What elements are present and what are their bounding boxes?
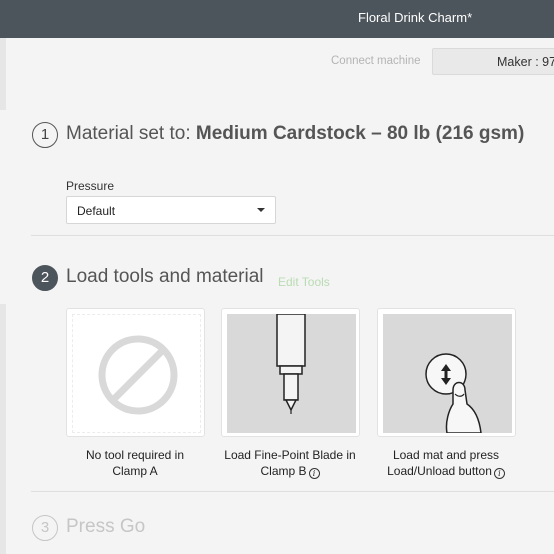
left-panel-edge xyxy=(0,38,6,554)
caption-line: Load/Unload button xyxy=(387,464,492,478)
machine-selector[interactable]: Maker : 97 xyxy=(432,48,554,75)
machine-label: Maker : 97 xyxy=(497,55,554,69)
pressure-label: Pressure xyxy=(66,179,115,193)
tool-card-image xyxy=(383,314,512,433)
divider xyxy=(31,235,554,236)
pressure-dropdown[interactable]: Default xyxy=(66,196,276,224)
tool-card-caption: Load Fine-Point Blade in Clamp Bi xyxy=(210,447,370,479)
load-unload-button-icon xyxy=(425,353,482,433)
step-1-number: 1 xyxy=(32,122,58,148)
caption-line: Clamp A xyxy=(112,464,158,478)
tool-card-image xyxy=(227,314,356,433)
window-titlebar: Floral Drink Charm* xyxy=(0,0,554,38)
edit-tools-link[interactable]: Edit Tools xyxy=(278,275,330,289)
caption-line: Load Fine-Point Blade in xyxy=(224,448,356,462)
window-title: Floral Drink Charm* xyxy=(358,10,473,25)
caption-line: No tool required in xyxy=(85,448,185,462)
tool-card-image xyxy=(72,314,201,433)
connect-machine-button[interactable]: Connect machine xyxy=(331,55,421,67)
step-3-number: 3 xyxy=(32,515,58,541)
tool-card-load-mat xyxy=(377,308,516,437)
info-icon[interactable]: i xyxy=(308,468,320,479)
tool-card-caption: No tool required in Clamp A xyxy=(55,447,215,479)
tool-card-clamp-a xyxy=(66,308,205,437)
no-tool-icon xyxy=(98,335,178,415)
caption-line: Load mat and press xyxy=(392,448,500,462)
step-1-title-prefix: Material set to: xyxy=(66,123,191,144)
caret-down-icon xyxy=(257,208,265,212)
fine-point-blade-icon xyxy=(276,314,306,414)
material-name: Medium Cardstock – 80 lb (216 gsm) xyxy=(195,123,525,144)
caption-line: Clamp B xyxy=(260,464,307,478)
info-icon[interactable]: i xyxy=(493,468,505,479)
step-1-title: Material set to: Medium Cardstock – 80 l… xyxy=(66,123,524,145)
divider xyxy=(31,491,554,492)
step-3-title: Press Go xyxy=(66,516,146,537)
tool-card-clamp-b xyxy=(221,308,360,437)
pressure-value: Default xyxy=(77,204,116,218)
left-panel-segment xyxy=(0,304,6,554)
tool-card-caption: Load mat and press Load/Unload button i xyxy=(366,447,526,479)
left-panel-segment xyxy=(0,38,6,110)
step-2-title: Load tools and material xyxy=(66,266,264,287)
step-2-number: 2 xyxy=(32,265,58,291)
